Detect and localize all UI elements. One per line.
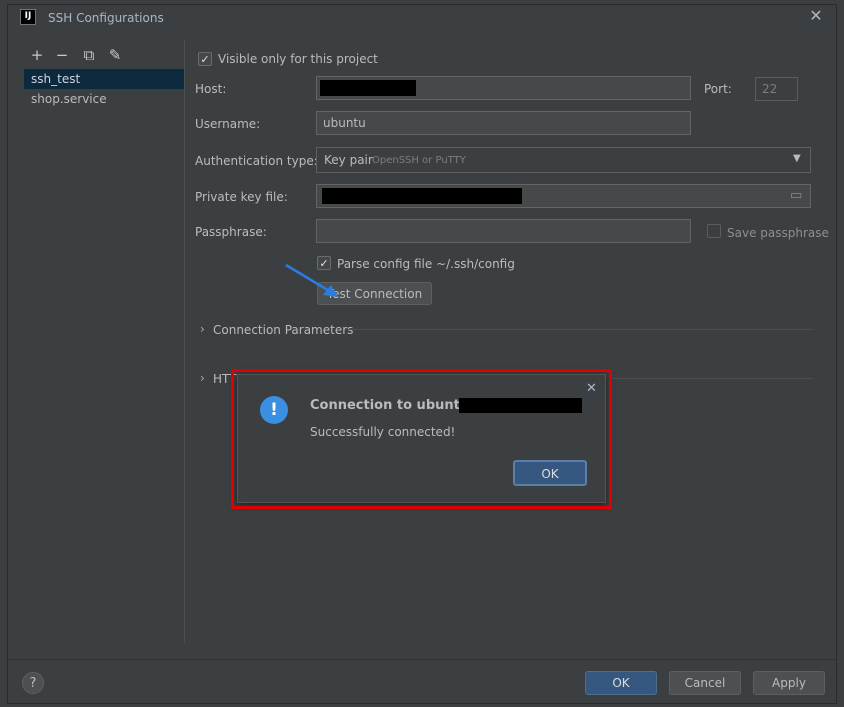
private-key-redacted [322,188,522,204]
chevron-down-icon: ▼ [793,153,801,164]
help-button[interactable]: ? [22,672,44,694]
section-connection-parameters[interactable]: Connection Parameters [213,323,353,337]
save-passphrase-label: Save passphrase [727,226,829,240]
username-label: Username: [195,117,261,131]
visible-only-label: Visible only for this project [218,52,378,66]
private-key-label: Private key file: [195,190,288,204]
close-window-icon[interactable]: ✕ [808,8,824,24]
auth-type-label: Authentication type: [195,154,318,168]
intellij-logo-icon: IJ [20,9,36,25]
pointer-arrow-icon [285,263,338,297]
window-title: SSH Configurations [48,11,164,25]
chevron-right-icon[interactable]: › [200,322,205,336]
auth-type-select[interactable]: Key pair OpenSSH or PuTTY ▼ [316,147,811,173]
parse-config-label: Parse config file ~/.ssh/config [337,257,515,271]
passphrase-label: Passphrase: [195,225,267,239]
remove-icon[interactable]: − [53,46,71,64]
copy-icon[interactable]: ⧉ [80,46,98,64]
folder-icon[interactable]: ▭ [790,188,802,203]
highlight-box [231,369,612,509]
cancel-button[interactable]: Cancel [669,671,741,695]
port-label: Port: [704,82,732,96]
host-label: Host: [195,82,227,96]
passphrase-input[interactable] [316,219,691,243]
visible-only-checkbox[interactable]: ✓ [198,52,212,66]
config-item-shop-service[interactable]: shop.service [24,89,184,109]
edit-icon[interactable]: ✎ [106,46,124,64]
auth-type-hint: OpenSSH or PuTTY [372,155,466,166]
config-list-panel [20,40,185,643]
section-divider [610,378,813,379]
add-icon[interactable]: + [28,46,46,64]
footer-divider [8,659,836,660]
apply-button[interactable]: Apply [753,671,825,695]
ok-button[interactable]: OK [585,671,657,695]
config-item-ssh-test[interactable]: ssh_test [24,69,184,89]
panel-divider [184,40,185,643]
section-divider [345,329,813,330]
auth-type-value: Key pair [324,153,373,167]
port-input[interactable]: 22 [755,77,798,101]
save-passphrase-checkbox[interactable] [707,224,721,238]
username-input[interactable]: ubuntu [316,111,691,135]
host-redacted [320,80,416,96]
chevron-right-icon[interactable]: › [200,371,205,385]
